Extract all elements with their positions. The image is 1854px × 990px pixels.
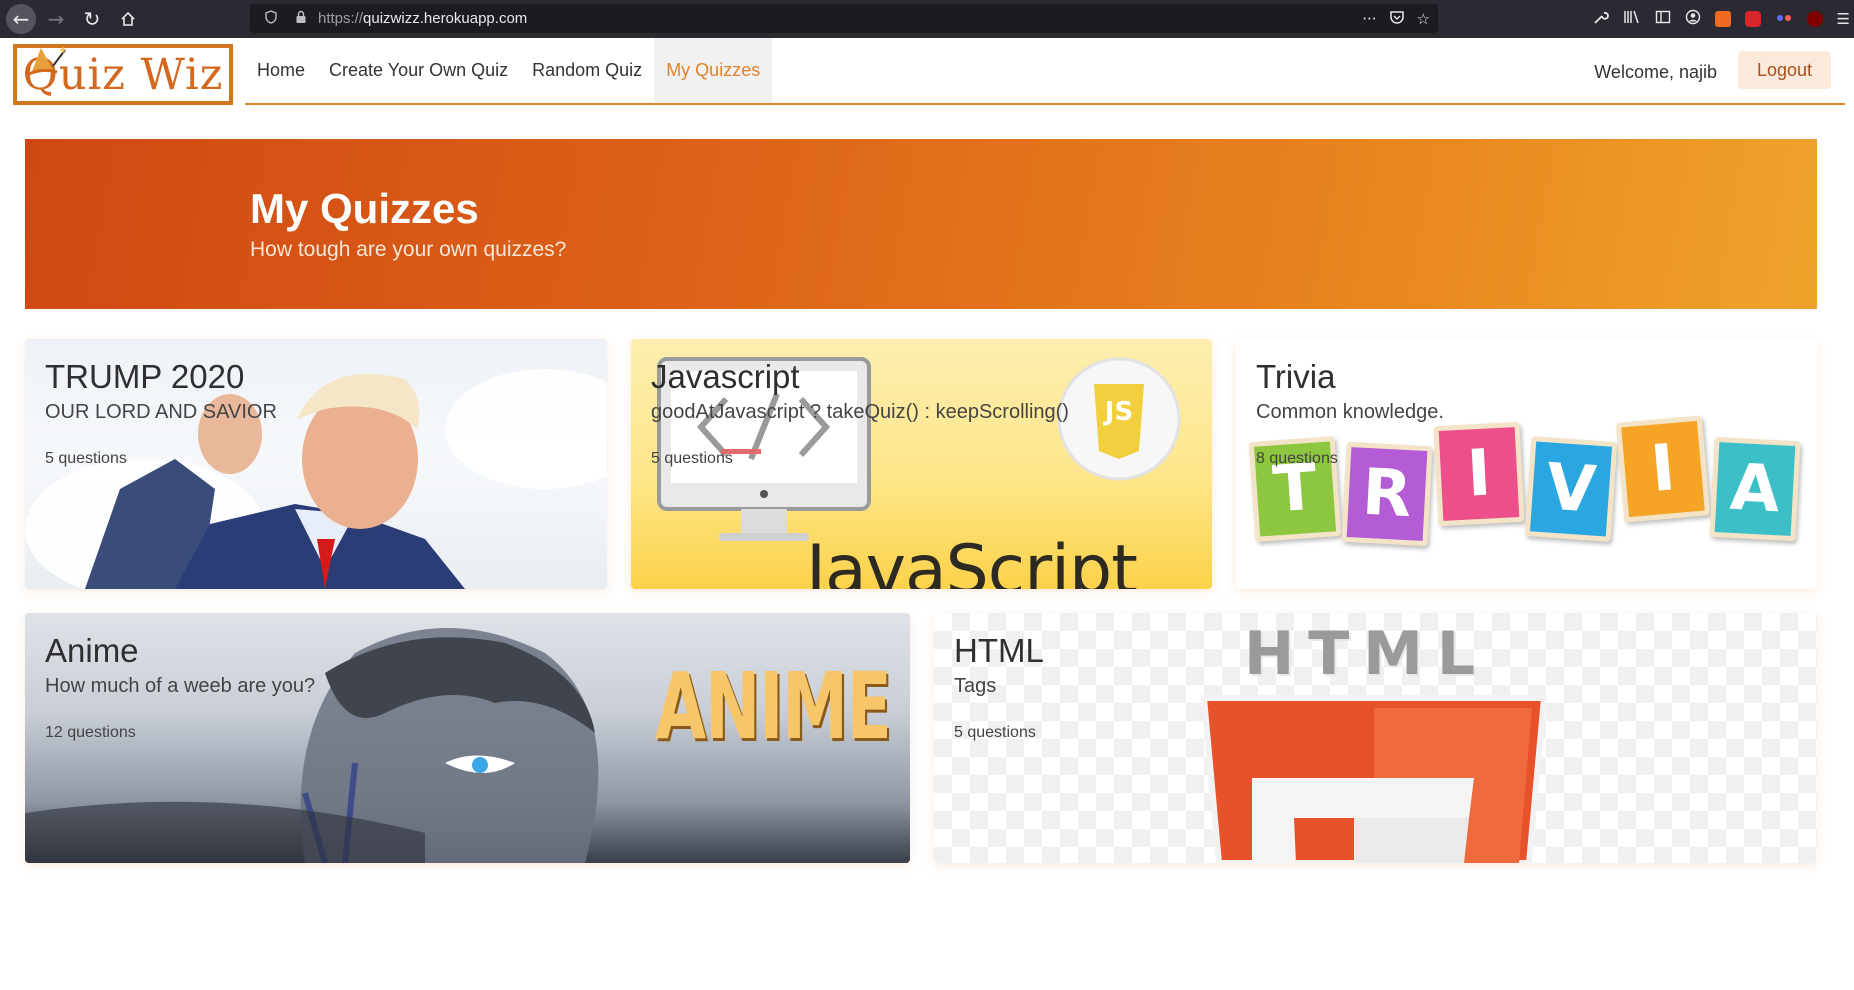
extension-video-icon[interactable] — [1744, 11, 1761, 27]
account-icon[interactable] — [1685, 9, 1701, 29]
trivia-letter-tile: V — [1524, 436, 1618, 542]
anime-art-text: ANIME — [655, 653, 892, 760]
quiz-title: Anime — [45, 632, 139, 669]
quiz-question-count: 5 questions — [651, 450, 733, 468]
nav-my-quizzes[interactable]: My Quizzes — [654, 38, 773, 102]
trivia-letter-tile: I — [1615, 415, 1711, 523]
quiz-title: Javascript — [651, 358, 800, 395]
quiz-subtitle: How much of a weeb are you? — [45, 675, 316, 698]
quiz-card-javascript[interactable]: JS JavaScript Javascript goodAtJavascrip… — [631, 339, 1212, 589]
browser-toolbar: ← → ↻ https://quizwizz.herokuapp.com ···… — [0, 0, 1854, 38]
trivia-letter-tile: A — [1709, 436, 1801, 542]
quiz-card-html[interactable]: HTML HTML Tags 5 questions — [934, 613, 1817, 863]
lock-icon[interactable] — [292, 10, 310, 28]
quiz-card-trump[interactable]: TRUMP 2020 OUR LORD AND SAVIOR 5 questio… — [25, 339, 607, 589]
pocket-icon[interactable] — [1389, 9, 1405, 29]
wrench-icon[interactable] — [1593, 9, 1609, 29]
nav-home[interactable]: Home — [245, 38, 317, 102]
extension-glasses-icon[interactable] — [1775, 9, 1793, 29]
quiz-subtitle: OUR LORD AND SAVIOR — [45, 401, 277, 424]
quiz-subtitle: Tags — [954, 675, 997, 698]
url-bar[interactable]: https://quizwizz.herokuapp.com ··· ☆ — [250, 4, 1438, 33]
quiz-question-count: 8 questions — [1256, 450, 1338, 468]
welcome-text: Welcome, najib — [1594, 62, 1717, 82]
quiz-card-trivia[interactable]: T R I V I A Trivia Common knowledge. 8 q… — [1236, 339, 1817, 589]
quiz-card-anime[interactable]: ANIME Anime How much of a weeb are you? … — [25, 613, 910, 863]
forward-icon[interactable]: → — [40, 3, 72, 35]
quiz-subtitle: Common knowledge. — [1256, 401, 1444, 424]
shield-icon[interactable] — [262, 9, 280, 28]
nav-create-quiz[interactable]: Create Your Own Quiz — [317, 38, 520, 102]
reload-icon[interactable]: ↻ — [76, 3, 108, 35]
quiz-question-count: 5 questions — [45, 450, 127, 468]
library-icon[interactable] — [1623, 9, 1641, 29]
quiz-card-image: HTML — [934, 613, 1817, 863]
wizard-hat-icon — [28, 46, 67, 76]
quiz-question-count: 5 questions — [954, 724, 1036, 742]
back-icon[interactable]: ← — [6, 4, 36, 34]
main-nav: Home Create Your Own Quiz Random Quiz My… — [245, 38, 1845, 105]
quiz-question-count: 12 questions — [45, 724, 136, 742]
trivia-letter-tile: I — [1433, 421, 1525, 527]
url-text: https://quizwizz.herokuapp.com — [318, 10, 528, 27]
sidebar-icon[interactable] — [1655, 9, 1671, 29]
page-subtitle: How tough are your own quizzes? — [250, 238, 567, 261]
js-badge-text: JS — [1104, 397, 1134, 427]
ublock-icon[interactable] — [1806, 11, 1823, 27]
bookmark-star-icon[interactable]: ☆ — [1417, 10, 1430, 28]
menu-icon[interactable]: ☰ — [1837, 10, 1850, 28]
quiz-title: HTML — [954, 632, 1044, 669]
site-header: Quiz Wiz Home Create Your Own Quiz Rando… — [0, 38, 1854, 106]
page-title: My Quizzes — [250, 185, 479, 232]
extension-icon[interactable] — [1714, 11, 1731, 27]
home-icon[interactable] — [112, 3, 144, 35]
javascript-art-text: JavaScript — [806, 531, 1138, 589]
site-logo[interactable]: Quiz Wiz — [13, 44, 233, 105]
quiz-title: Trivia — [1256, 358, 1336, 395]
nav-random-quiz[interactable]: Random Quiz — [520, 38, 654, 102]
page-actions-icon[interactable]: ··· — [1362, 10, 1376, 28]
hero-banner: My Quizzes How tough are your own quizze… — [25, 139, 1817, 309]
logout-button[interactable]: Logout — [1738, 51, 1831, 89]
quiz-title: TRUMP 2020 — [45, 358, 245, 395]
quiz-subtitle: goodAtJavascript ? takeQuiz() : keepScro… — [651, 401, 1069, 424]
